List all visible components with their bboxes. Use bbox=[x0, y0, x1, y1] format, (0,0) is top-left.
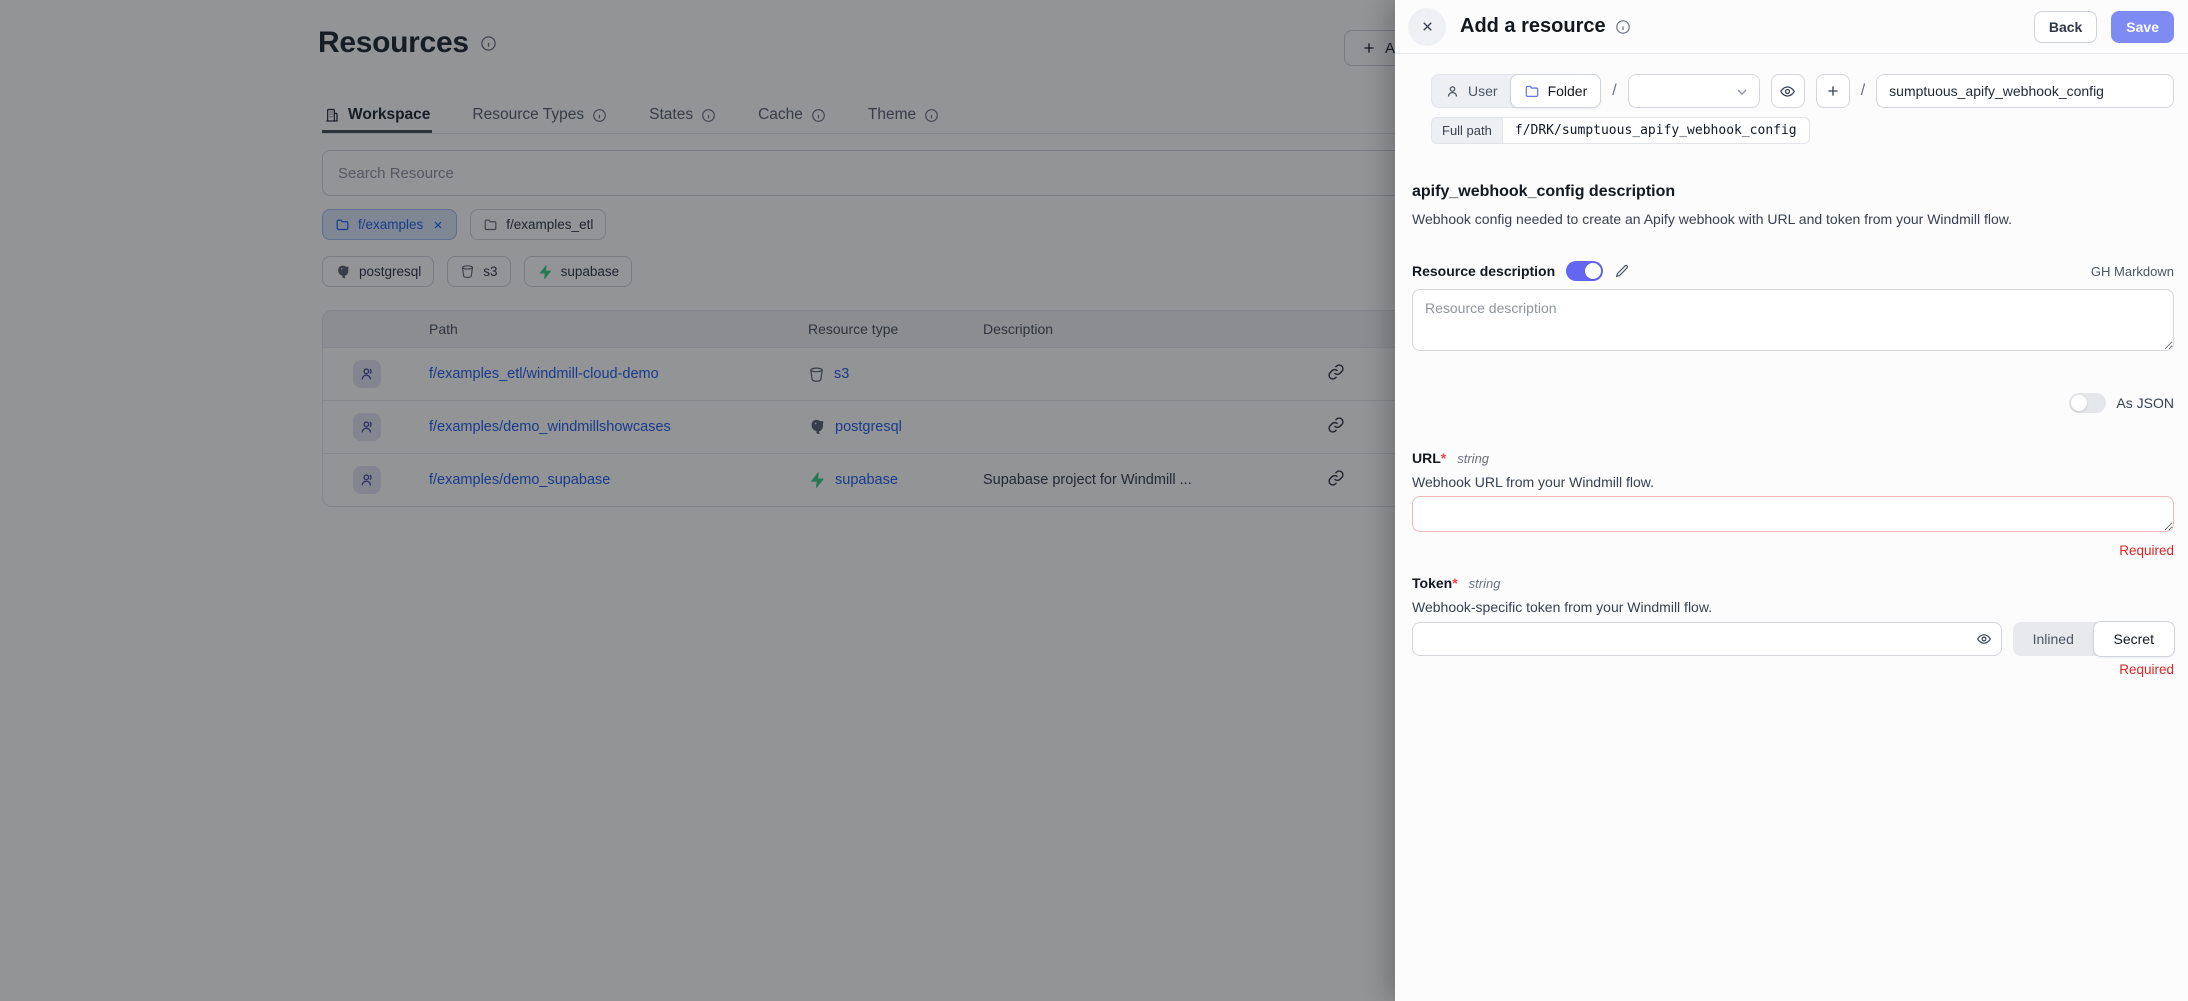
drawer-title: Add a resource bbox=[1460, 15, 1606, 38]
full-path-row: Full path f/DRK/sumptuous_apify_webhook_… bbox=[1431, 117, 1810, 144]
token-field-type: string bbox=[1469, 576, 1501, 591]
token-storage-toggle: Inlined Secret bbox=[2013, 622, 2174, 656]
url-field-type: string bbox=[1457, 451, 1489, 466]
close-button[interactable] bbox=[1408, 8, 1446, 46]
resource-description-toggle[interactable] bbox=[1566, 261, 1603, 281]
owner-kind-toggle: User Folder bbox=[1431, 74, 1601, 108]
chevron-down-icon bbox=[1734, 84, 1750, 105]
folder-select[interactable] bbox=[1628, 74, 1760, 108]
token-field-group: Token* string Webhook-specific token fro… bbox=[1412, 575, 2174, 677]
url-field-label: URL* bbox=[1412, 450, 1446, 466]
back-button[interactable]: Back bbox=[2034, 11, 2097, 43]
token-field-help: Webhook-specific token from your Windmil… bbox=[1412, 599, 2174, 615]
pencil-icon[interactable] bbox=[1614, 263, 1630, 279]
path-separator: / bbox=[1861, 82, 1865, 100]
path-separator: / bbox=[1612, 82, 1616, 100]
full-path-value: f/DRK/sumptuous_apify_webhook_config bbox=[1502, 117, 1810, 144]
owner-user-option[interactable]: User bbox=[1432, 75, 1511, 107]
eye-icon[interactable] bbox=[1976, 631, 1992, 647]
url-field-group: URL* string Webhook URL from your Windmi… bbox=[1412, 450, 2174, 558]
resource-type-heading: apify_webhook_config description bbox=[1412, 183, 2174, 201]
info-icon bbox=[1615, 19, 1631, 35]
required-asterisk: * bbox=[1452, 575, 1457, 591]
token-field-label: Token* bbox=[1412, 575, 1458, 591]
secret-option[interactable]: Secret bbox=[2093, 621, 2176, 657]
full-path-label: Full path bbox=[1431, 117, 1502, 144]
resource-name-input[interactable] bbox=[1876, 74, 2174, 108]
as-json-label: As JSON bbox=[2116, 395, 2174, 411]
drawer-header: Add a resource Back Save bbox=[1395, 0, 2188, 54]
inlined-option[interactable]: Inlined bbox=[2013, 622, 2094, 656]
as-json-toggle[interactable] bbox=[2069, 393, 2106, 413]
resource-type-description: Webhook config needed to create an Apify… bbox=[1412, 211, 2174, 227]
url-field-help: Webhook URL from your Windmill flow. bbox=[1412, 474, 2174, 490]
add-resource-drawer: Add a resource Back Save User bbox=[1395, 0, 2188, 1001]
new-folder-button[interactable] bbox=[1816, 74, 1850, 108]
token-required-message: Required bbox=[1412, 662, 2174, 677]
plus-icon bbox=[1825, 83, 1841, 99]
folder-icon bbox=[1524, 83, 1540, 99]
view-folder-button[interactable] bbox=[1771, 74, 1805, 108]
resource-description-label: Resource description bbox=[1412, 263, 1555, 279]
markdown-hint: GH Markdown bbox=[2091, 264, 2174, 279]
user-icon bbox=[1445, 84, 1460, 99]
url-input[interactable] bbox=[1412, 496, 2174, 532]
save-button[interactable]: Save bbox=[2111, 11, 2174, 43]
owner-folder-option[interactable]: Folder bbox=[1510, 74, 1602, 108]
url-required-message: Required bbox=[1412, 543, 2174, 558]
path-section: User Folder / bbox=[1431, 74, 2174, 144]
eye-icon bbox=[1779, 83, 1796, 100]
token-input[interactable] bbox=[1412, 622, 2002, 656]
required-asterisk: * bbox=[1441, 450, 1446, 466]
resource-description-textarea[interactable] bbox=[1412, 289, 2174, 351]
